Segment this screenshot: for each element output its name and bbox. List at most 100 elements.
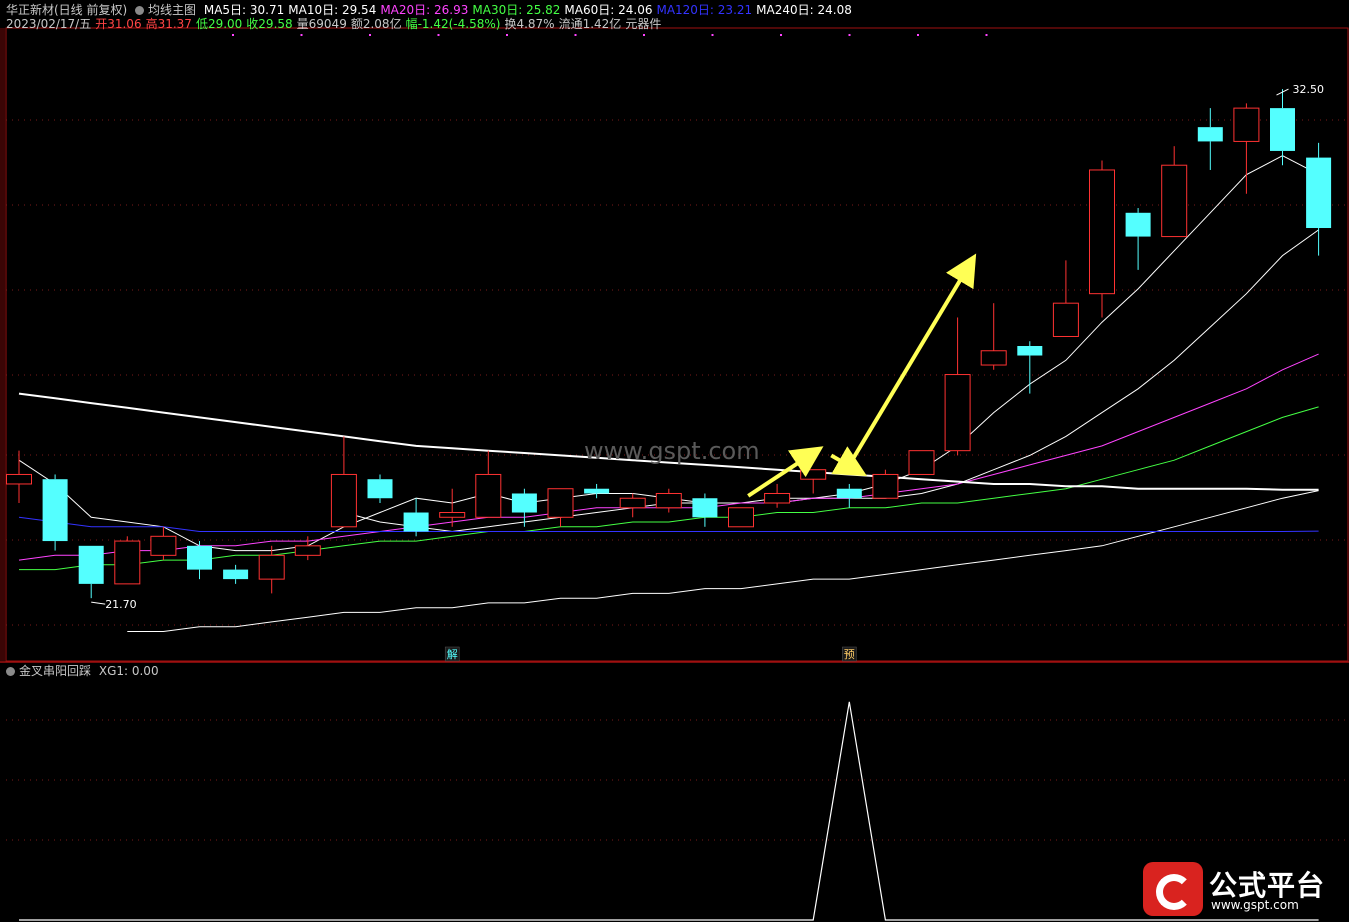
sub-indicator-value: XG1: 0.00 bbox=[98, 664, 159, 678]
max-price-label: 32.50 bbox=[1293, 83, 1325, 96]
candle-body bbox=[584, 488, 610, 494]
moving-average-lines bbox=[18, 155, 1319, 632]
sub-header: 金叉串阳回踩 XG1: 0.00 bbox=[6, 664, 163, 678]
candle-body bbox=[1017, 346, 1043, 356]
candle-body bbox=[150, 535, 177, 556]
candle-7 bbox=[258, 545, 285, 594]
time-tick-dot bbox=[437, 34, 440, 36]
quote-item-4: 收29.58 bbox=[246, 17, 293, 31]
candle-body bbox=[114, 540, 141, 585]
time-tick-dot bbox=[848, 34, 851, 36]
candle-body bbox=[258, 554, 285, 580]
candle-body bbox=[980, 350, 1007, 366]
candle-2 bbox=[78, 545, 104, 599]
min-price-label: 21.70 bbox=[105, 598, 137, 611]
quote-item-1: 开31.06 bbox=[95, 17, 142, 31]
candle-13 bbox=[475, 450, 502, 518]
ma-label-6: MA240日: 24.08 bbox=[756, 3, 852, 17]
ma-line-MA60 bbox=[127, 490, 1319, 632]
candle-22 bbox=[800, 469, 827, 494]
ma-line-MA120 bbox=[18, 516, 1319, 532]
ma-label-2: MA20日: 26.93 bbox=[380, 3, 469, 17]
min-pointer bbox=[91, 601, 106, 605]
candle-body bbox=[1233, 107, 1260, 142]
candle-body bbox=[1197, 127, 1223, 142]
candle-body bbox=[800, 469, 827, 480]
candle-body bbox=[692, 498, 718, 518]
candle-body bbox=[655, 492, 682, 509]
candle-body bbox=[728, 507, 754, 528]
main-header: 华正新材(日线 前复权) 均线主图 MA5日: 30.71 MA10日: 29.5… bbox=[6, 3, 860, 17]
quote-item-3: 低29.00 bbox=[195, 17, 243, 31]
quote-item-9: 流通1.42亿 bbox=[558, 17, 622, 31]
time-tick-dot bbox=[506, 34, 508, 36]
left-axis-strip bbox=[0, 28, 5, 661]
candle-body bbox=[1306, 157, 1332, 229]
quote-item-10: 元器件 bbox=[625, 17, 662, 31]
candle-24 bbox=[872, 469, 899, 499]
ma-label-1: MA10日: 29.54 bbox=[288, 3, 377, 17]
candle-body bbox=[619, 497, 646, 509]
signal-marker-1: 预 bbox=[844, 648, 855, 661]
candle-body bbox=[872, 473, 899, 499]
quote-item-2: 高31.37 bbox=[145, 17, 192, 31]
candle-29 bbox=[1052, 260, 1079, 337]
candle-10 bbox=[367, 474, 393, 503]
ma-label-3: MA30日: 25.82 bbox=[472, 3, 561, 17]
candle-27 bbox=[980, 303, 1007, 370]
time-tick-dot bbox=[574, 34, 577, 36]
candle-body bbox=[78, 545, 104, 584]
time-tick-dot bbox=[369, 34, 371, 36]
candle-32 bbox=[1161, 146, 1188, 238]
candle-body bbox=[511, 493, 537, 513]
candle-3 bbox=[114, 536, 141, 585]
time-tick-dot bbox=[917, 34, 919, 36]
candle-1 bbox=[42, 474, 68, 551]
candle-body bbox=[836, 488, 862, 499]
candle-23 bbox=[836, 483, 862, 508]
quote-item-7: 幅-1.42(-4.58%) bbox=[405, 17, 501, 31]
candle-17 bbox=[619, 493, 646, 518]
quote-line: 2023/02/17/五 开31.06 高31.37 低29.00 收29.58 量690… bbox=[6, 17, 665, 31]
time-tick-dot bbox=[711, 34, 714, 36]
candle-9 bbox=[330, 436, 357, 528]
signal-marker-0: 解 bbox=[447, 647, 458, 661]
candle-26 bbox=[944, 317, 971, 456]
time-tick-dot bbox=[643, 34, 645, 36]
candle-body bbox=[1125, 212, 1151, 237]
candle-16 bbox=[584, 483, 610, 499]
quote-item-8: 换4.87% bbox=[504, 17, 555, 31]
settings-circle-icon[interactable] bbox=[6, 667, 15, 676]
candle-21 bbox=[764, 483, 791, 508]
candle-34 bbox=[1233, 103, 1260, 194]
candle-body bbox=[944, 374, 971, 452]
candle-body bbox=[1089, 169, 1115, 295]
time-tick-dot bbox=[232, 34, 234, 36]
candle-body bbox=[1270, 108, 1295, 151]
candle-35 bbox=[1270, 89, 1295, 166]
candle-25 bbox=[908, 450, 935, 475]
sub-indicator-chart bbox=[19, 701, 1319, 921]
settings-circle-icon[interactable] bbox=[135, 6, 145, 15]
candle-5 bbox=[187, 541, 212, 580]
quote-item-0: 2023/02/17/五 bbox=[6, 17, 92, 31]
candle-11 bbox=[403, 498, 429, 537]
time-tick-dot bbox=[985, 34, 988, 36]
xg1-signal-line bbox=[19, 701, 1319, 921]
time-tick-dot bbox=[780, 34, 782, 36]
candle-body bbox=[223, 569, 249, 580]
candle-31 bbox=[1125, 208, 1151, 270]
candle-15 bbox=[547, 488, 574, 527]
candle-body bbox=[1161, 164, 1188, 238]
indicator-name[interactable]: 均线主图 bbox=[148, 3, 196, 17]
sub-indicator-name[interactable]: 金叉串阳回踩 bbox=[19, 664, 91, 678]
candle-body bbox=[908, 450, 935, 475]
candle-body bbox=[547, 488, 574, 518]
candle-body bbox=[764, 492, 791, 504]
candle-6 bbox=[223, 564, 249, 584]
candle-36 bbox=[1306, 142, 1332, 256]
time-tick-dot bbox=[300, 34, 303, 36]
quote-item-6: 额2.08亿 bbox=[350, 17, 402, 31]
candle-body bbox=[6, 473, 32, 485]
stock-title[interactable]: 华正新材(日线 前复权) bbox=[6, 3, 127, 17]
